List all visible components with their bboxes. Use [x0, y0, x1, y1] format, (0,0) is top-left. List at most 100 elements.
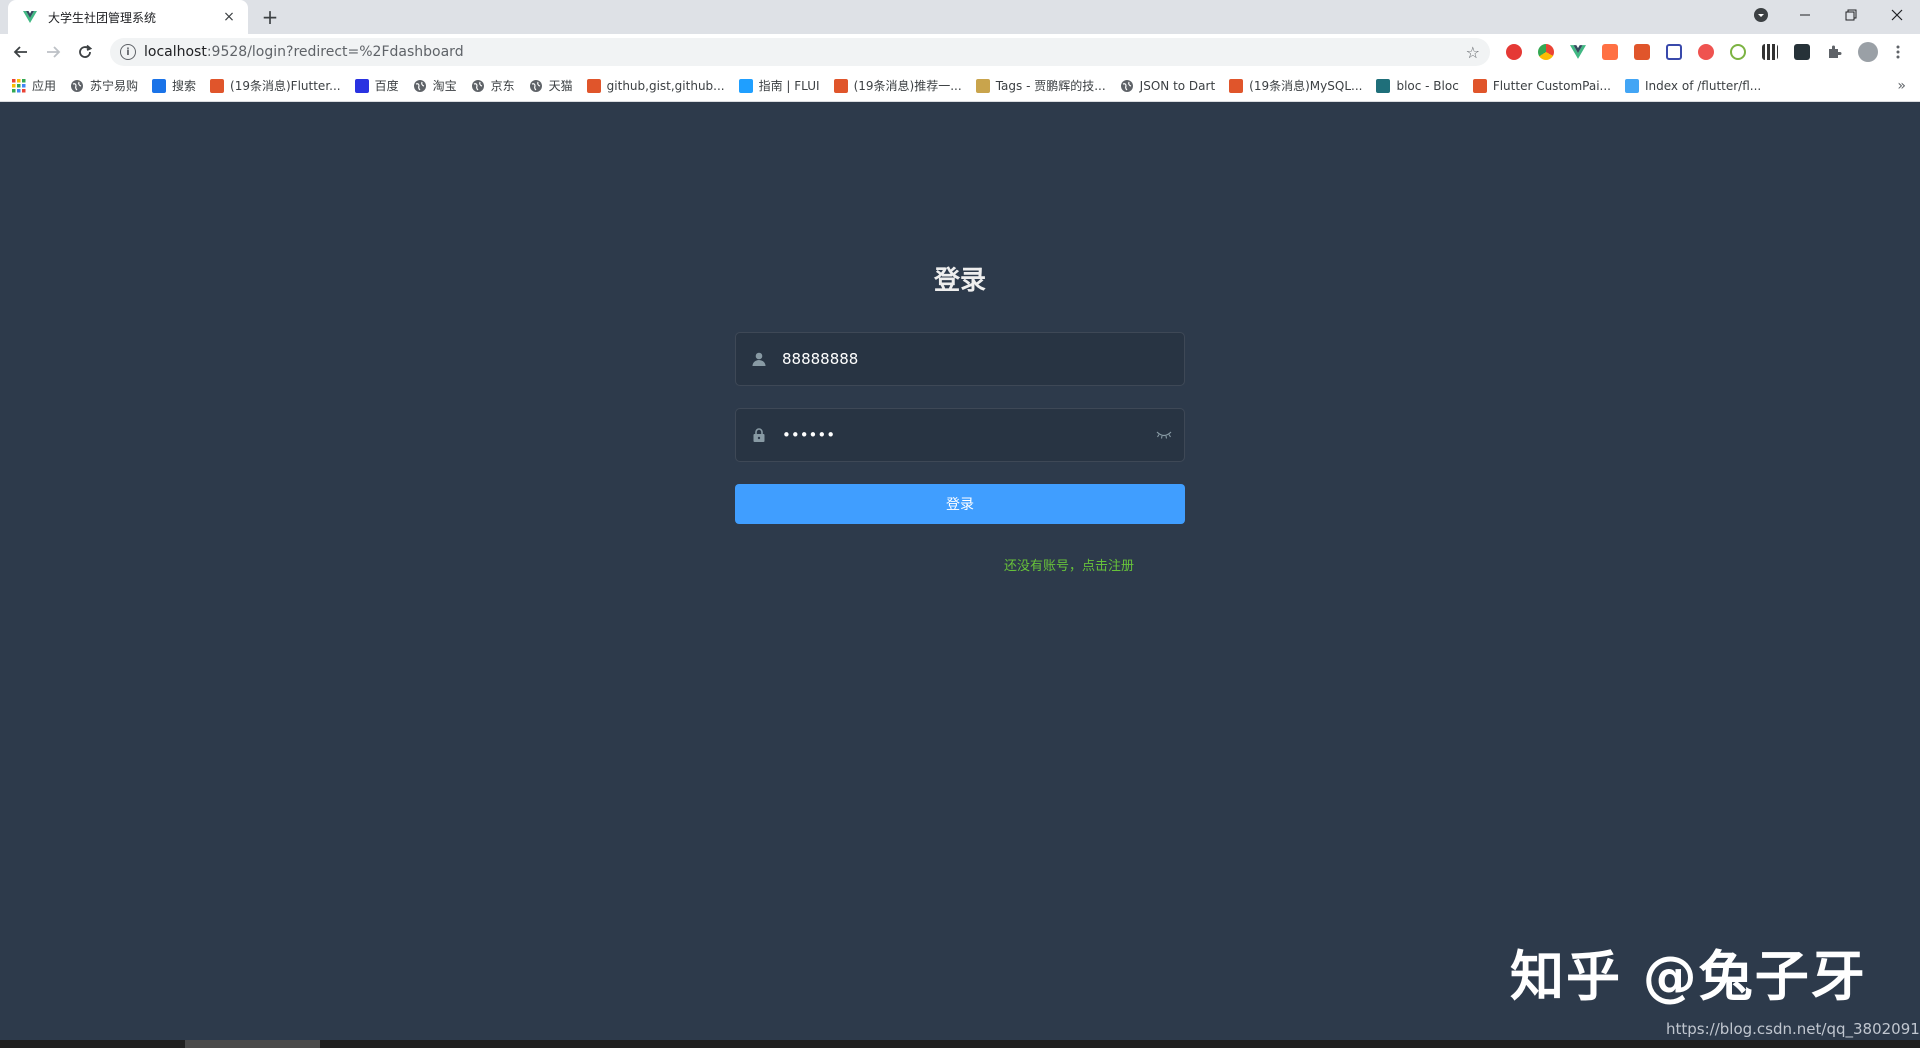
- bookmark-globe-icon: [413, 79, 427, 93]
- login-button[interactable]: 登录: [735, 484, 1185, 524]
- bookmark-item[interactable]: github,gist,github...: [586, 78, 725, 93]
- bookmark-globe-icon: [471, 79, 485, 93]
- bookmark-item[interactable]: JSON to Dart: [1120, 78, 1216, 93]
- bookmark-item[interactable]: 搜索: [152, 77, 196, 94]
- bookmark-label: bloc - Bloc: [1396, 78, 1459, 93]
- extension-dark-icon[interactable]: [1794, 44, 1810, 60]
- bookmark-item[interactable]: 指南 | FLUI: [738, 77, 820, 94]
- bookmark-item[interactable]: 应用: [12, 77, 56, 94]
- password-input[interactable]: [782, 426, 1144, 444]
- eye-closed-icon[interactable]: [1144, 409, 1184, 461]
- bookmark-item[interactable]: (19条消息)Flutter...: [210, 77, 341, 94]
- bookmark-label: 天猫: [548, 79, 573, 93]
- bookmark-item[interactable]: 天猫: [529, 77, 573, 94]
- url-path: :9528/login?redirect=%2Fdashboard: [206, 44, 464, 60]
- bookmark-globe-icon: [529, 79, 543, 93]
- bookmark-item[interactable]: 京东: [471, 77, 515, 94]
- register-link[interactable]: 还没有账号，点击注册: [1004, 555, 1134, 574]
- bookmark-label: 搜索: [172, 79, 197, 93]
- bookmark-label: 京东: [490, 79, 515, 93]
- menu-kebab-icon[interactable]: [1890, 44, 1906, 60]
- taskbar-active-item[interactable]: [185, 1040, 320, 1048]
- username-field: [735, 332, 1185, 386]
- bookmark-star-icon[interactable]: ☆: [1466, 43, 1480, 62]
- url-host: localhost: [144, 44, 207, 60]
- vue-favicon-icon: [22, 9, 38, 25]
- bookmark-label: 百度: [374, 79, 399, 93]
- bookmark-label: (19条消息)推荐一...: [853, 79, 962, 93]
- bookmark-label: (19条消息)MySQL...: [1249, 79, 1363, 93]
- bookmark-label: 苏宁易购: [90, 79, 139, 93]
- bookmark-label: Flutter CustomPai...: [1492, 78, 1611, 93]
- bookmark-bloc-icon: [1376, 78, 1391, 93]
- bookmark-label: 淘宝: [432, 79, 457, 93]
- profile-avatar-icon[interactable]: [1858, 42, 1878, 62]
- bookmark-baidu-icon: [354, 78, 369, 93]
- bookmark-item[interactable]: (19条消息)推荐一...: [833, 77, 962, 94]
- restore-icon[interactable]: [1828, 0, 1874, 30]
- browser-tabstrip: 大学生社团管理系统 × +: [0, 0, 1920, 34]
- page-title: 登录: [933, 266, 986, 296]
- bookmark-image-icon: [975, 78, 990, 93]
- extensions-puzzle-icon[interactable]: [1826, 44, 1842, 60]
- bookmark-item[interactable]: 淘宝: [413, 77, 457, 94]
- extension-pill-icon[interactable]: [1698, 44, 1714, 60]
- login-page: 登录 登录 还没有账号，点击注册 知乎 @兔子牙 https://blog.cs…: [0, 102, 1920, 1040]
- browser-tab[interactable]: 大学生社团管理系统 ×: [8, 0, 248, 34]
- bookmark-item[interactable]: 百度: [354, 77, 399, 94]
- bookmark-globe-icon: [1120, 79, 1134, 93]
- extension-chrome-icon[interactable]: [1538, 44, 1554, 60]
- tab-close-icon[interactable]: ×: [220, 8, 238, 26]
- bookmark-jianshu-icon: [586, 78, 601, 93]
- bookmark-label: Tags - 贾鹏辉的技...: [995, 79, 1106, 93]
- zhihu-watermark: 知乎 @兔子牙: [1510, 945, 1867, 1008]
- tab-title: 大学生社团管理系统: [48, 10, 157, 25]
- bookmark-item[interactable]: bloc - Bloc: [1376, 78, 1459, 93]
- lock-icon: [736, 409, 782, 461]
- site-info-icon[interactable]: i: [120, 44, 136, 60]
- bookmark-item[interactable]: 苏宁易购: [70, 77, 138, 94]
- bookmark-label: JSON to Dart: [1139, 78, 1216, 93]
- bookmark-label: 指南 | FLUI: [758, 79, 820, 93]
- extension-csdn-icon[interactable]: [1634, 44, 1650, 60]
- bookmark-search-icon: [152, 78, 167, 93]
- user-icon: [736, 333, 782, 385]
- profile-dropdown-icon[interactable]: [1738, 0, 1784, 30]
- bookmarks-overflow-icon[interactable]: »: [1897, 78, 1906, 94]
- bookmark-label: Index of /flutter/fl...: [1645, 78, 1762, 93]
- forward-arrow-icon[interactable]: [40, 39, 66, 65]
- bookmark-label: github,gist,github...: [606, 78, 725, 93]
- bookmark-globe-icon: [70, 79, 84, 93]
- bookmark-jianshu-icon: [1472, 78, 1487, 93]
- bookmarks-bar: 应用 苏宁易购 搜索 (19条消息)Flutter... 百度 淘宝 京东 天猫 github,…: [0, 70, 1920, 102]
- bookmark-flutter-icon: [1625, 78, 1639, 93]
- bookmark-apps-icon: [12, 78, 26, 93]
- extension-leaf-icon[interactable]: [1730, 44, 1746, 60]
- minimize-icon[interactable]: [1782, 0, 1828, 30]
- bookmark-item[interactable]: Flutter CustomPai...: [1472, 78, 1611, 93]
- bookmark-csdn-icon: [833, 78, 848, 93]
- close-window-icon[interactable]: [1874, 0, 1920, 30]
- extension-qrcode-icon[interactable]: [1762, 44, 1778, 60]
- bookmark-item[interactable]: Tags - 贾鹏辉的技...: [975, 77, 1106, 94]
- password-field: [735, 408, 1185, 462]
- bookmark-label: (19条消息)Flutter...: [230, 79, 341, 93]
- extension-window-icon[interactable]: [1666, 44, 1682, 60]
- bookmark-flui-icon: [738, 78, 753, 93]
- csdn-watermark: https://blog.csdn.net/qq_38020915: [1666, 1020, 1920, 1038]
- extension-vue-devtools-icon[interactable]: [1570, 44, 1586, 60]
- browser-toolbar: i localhost:9528/login?redirect=%2Fdashb…: [0, 34, 1920, 70]
- bookmark-csdn-icon: [210, 78, 225, 93]
- bookmark-csdn-icon: [1229, 78, 1244, 93]
- bookmark-item[interactable]: Index of /flutter/fl...: [1625, 78, 1762, 93]
- extension-red-icon[interactable]: [1506, 44, 1522, 60]
- extension-orange-icon[interactable]: [1602, 44, 1618, 60]
- new-tab-button[interactable]: +: [258, 5, 282, 29]
- username-input[interactable]: [782, 350, 1184, 368]
- bookmark-label: 应用: [32, 79, 57, 93]
- bookmark-item[interactable]: (19条消息)MySQL...: [1229, 77, 1362, 94]
- back-arrow-icon[interactable]: [8, 39, 34, 65]
- reload-icon[interactable]: [72, 39, 98, 65]
- address-bar[interactable]: i localhost:9528/login?redirect=%2Fdashb…: [110, 38, 1490, 66]
- address-url[interactable]: localhost:9528/login?redirect=%2Fdashboa…: [144, 44, 1466, 60]
